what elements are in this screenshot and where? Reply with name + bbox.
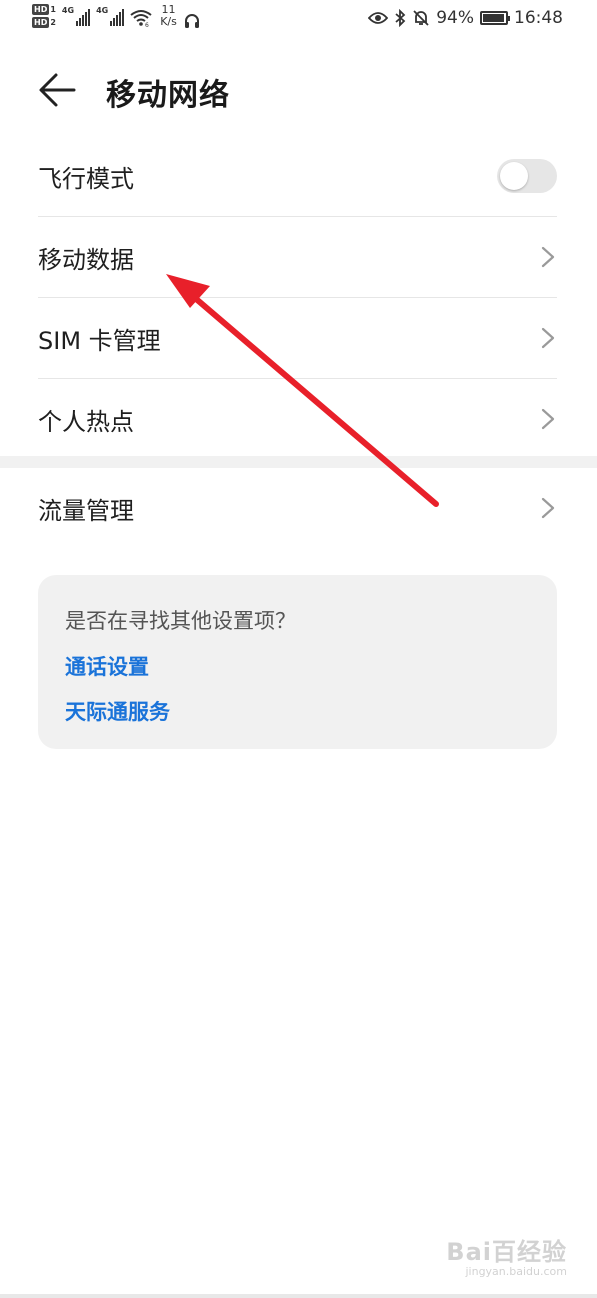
eye-icon <box>368 12 389 24</box>
settings-list: 飞行模式 移动数据 SIM 卡管理 个人热点 <box>38 136 557 459</box>
page-title: 移动网络 <box>106 78 230 113</box>
clock-time: 16:48 <box>514 8 563 28</box>
chevron-right-icon <box>541 327 555 349</box>
airplane-mode-toggle[interactable] <box>497 159 557 193</box>
watermark-brand: Bai百经验 <box>446 1238 567 1266</box>
settings-list-secondary: 流量管理 <box>38 468 557 548</box>
chevron-right-icon <box>541 408 555 430</box>
battery-percent: 94% <box>436 8 474 28</box>
status-bar-left: HD 1 HD 2 4G 4G 6 11 K/s <box>32 4 201 30</box>
sim-indicators: HD 1 HD 2 <box>32 4 56 28</box>
sim1-hd-label: HD <box>32 4 50 15</box>
back-arrow-icon[interactable] <box>38 72 76 108</box>
airplane-mode-label: 飞行模式 <box>38 164 134 193</box>
bluetooth-icon <box>395 9 406 27</box>
page-header: 移动网络 <box>0 60 597 120</box>
sim2-index: 2 <box>50 18 56 27</box>
headphones-icon <box>184 14 199 28</box>
sim1-hd-indicator: HD 1 <box>32 4 56 15</box>
sim1-index: 1 <box>50 5 56 14</box>
chevron-right-icon <box>541 497 555 519</box>
status-bar-right: 94% 16:48 <box>368 8 563 28</box>
sim-management-label: SIM 卡管理 <box>38 326 161 355</box>
section-divider <box>0 456 597 468</box>
network2-type: 4G <box>96 6 109 15</box>
airplane-mode-row[interactable]: 飞行模式 <box>38 136 557 216</box>
signal1-icon: 4G <box>61 6 91 26</box>
sim2-hd-indicator: HD 2 <box>32 17 56 28</box>
network1-type: 4G <box>61 6 75 15</box>
battery-icon <box>480 11 510 25</box>
signal2-icon: 4G <box>96 6 125 26</box>
speed-unit: K/s <box>160 15 177 28</box>
skytone-service-link[interactable]: 天际通服务 <box>65 696 170 726</box>
watermark-url: jingyan.baidu.com <box>465 1265 567 1278</box>
call-settings-link[interactable]: 通话设置 <box>65 651 149 681</box>
data-usage-label: 流量管理 <box>38 496 134 525</box>
sim2-hd-label: HD <box>32 17 50 28</box>
bottom-edge <box>0 1294 597 1298</box>
suggestion-card: 是否在寻找其他设置项？ 通话设置 天际通服务 <box>38 575 557 749</box>
sim-management-row[interactable]: SIM 卡管理 <box>38 297 557 378</box>
hotspot-label: 个人热点 <box>38 407 134 436</box>
mobile-data-row[interactable]: 移动数据 <box>38 216 557 297</box>
baidu-watermark: Bai百经验 jingyan.baidu.com <box>446 1232 567 1278</box>
wifi-icon: 6 <box>130 10 152 28</box>
chevron-right-icon <box>541 246 555 268</box>
suggestion-question: 是否在寻找其他设置项？ <box>65 609 296 633</box>
hotspot-row[interactable]: 个人热点 <box>38 378 557 459</box>
svg-text:6: 6 <box>145 22 149 28</box>
mobile-data-label: 移动数据 <box>38 245 134 274</box>
battery-fill <box>483 14 504 22</box>
status-bar: HD 1 HD 2 4G 4G 6 11 K/s 94% 16:48 <box>0 0 597 40</box>
data-usage-row[interactable]: 流量管理 <box>38 468 557 548</box>
mute-bell-icon <box>413 10 429 26</box>
network-speed: 11 K/s <box>160 4 177 28</box>
toggle-knob <box>500 162 528 190</box>
